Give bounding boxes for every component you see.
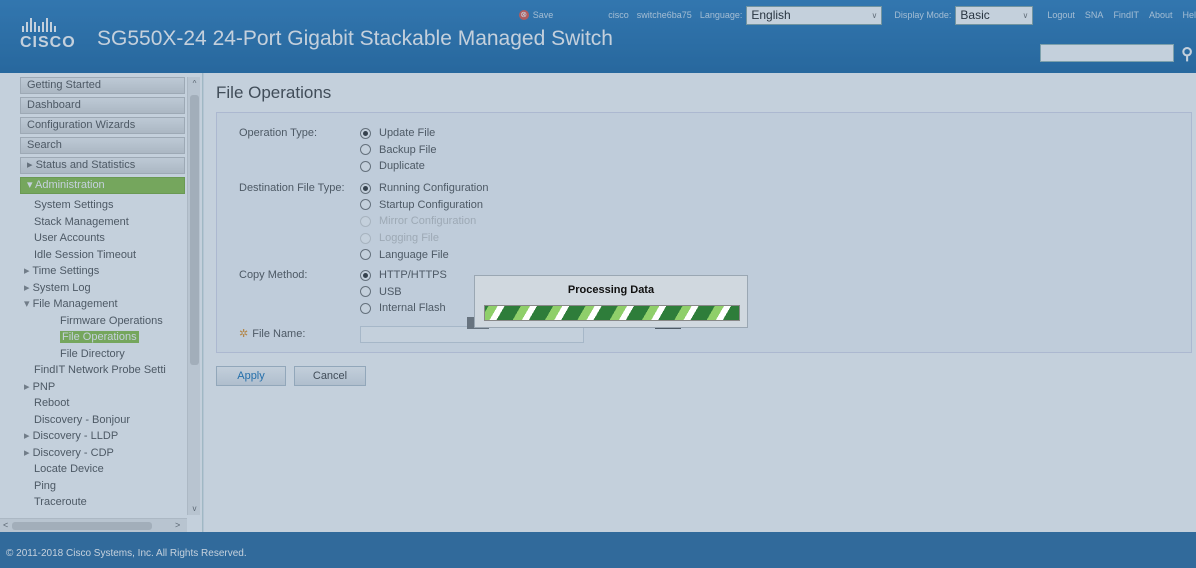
processing-dialog: Processing Data: [474, 275, 748, 328]
dialog-title: Processing Data: [567, 284, 655, 296]
progress-bar: [484, 305, 740, 321]
